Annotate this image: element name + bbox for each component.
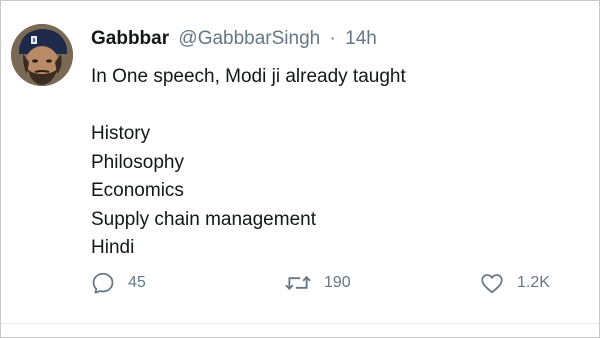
screenshot-frame: Gabbbar @GabbbarSingh · 14h In One speec… — [0, 0, 600, 338]
author-handle[interactable]: @GabbbarSingh — [178, 28, 320, 49]
tweet-text-line: Economics — [91, 180, 184, 201]
header-separator: · — [329, 28, 336, 49]
reply-icon — [92, 272, 114, 294]
tweet-text-line: Supply chain management — [91, 208, 316, 230]
tweet-actions-bar: 45 190 1.2K — [1, 267, 599, 299]
tweet-text-line: Hindi — [91, 237, 135, 258]
tweet-text: In One speech, Modi ji already taught Hi… — [91, 63, 406, 263]
tweet-text-line — [91, 92, 406, 121]
tweet-timestamp[interactable]: 14h — [345, 28, 377, 49]
retweet-button[interactable]: 190 — [284, 267, 351, 299]
avatar-portrait-image — [11, 24, 73, 86]
reply-count: 45 — [128, 274, 146, 291]
like-count: 1.2K — [517, 274, 550, 291]
tweet-card[interactable]: Gabbbar @GabbbarSingh · 14h In One speec… — [1, 1, 599, 324]
author-display-name[interactable]: Gabbbar — [91, 28, 169, 49]
reply-button[interactable]: 45 — [90, 267, 146, 299]
tweet-text-line: Philosophy — [91, 151, 184, 173]
like-button[interactable]: 1.2K — [479, 267, 550, 299]
tweet-text-line: In One speech, Modi ji already taught — [91, 66, 406, 87]
heart-icon — [481, 274, 503, 294]
retweet-count: 190 — [324, 274, 351, 291]
author-avatar[interactable] — [11, 24, 73, 86]
retweet-icon — [285, 275, 311, 291]
tweet-text-line: History — [91, 123, 151, 144]
tweet-header: Gabbbar @GabbbarSingh · 14h — [91, 27, 377, 51]
